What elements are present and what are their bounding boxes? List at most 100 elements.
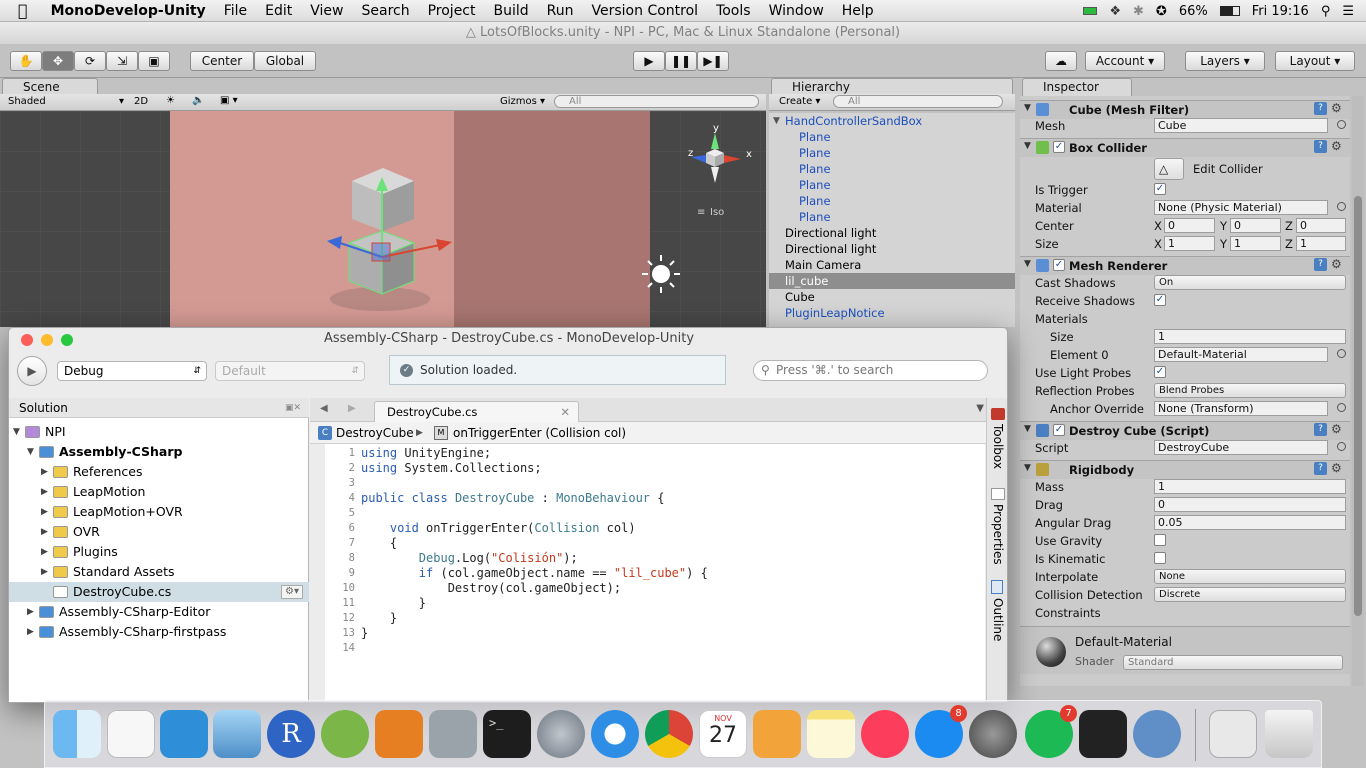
breadcrumb-class[interactable]: DestroyCube [336,422,414,444]
collapse-arrow-icon[interactable]: ▶ [41,482,48,502]
is-kinematic-checkbox[interactable] [1154,552,1166,564]
hierarchy-item[interactable]: Main Camera [769,257,1015,273]
hierarchy-item[interactable]: Cube [769,289,1015,305]
gear-icon[interactable]: ⚙ [1331,257,1342,271]
scene-search-input[interactable]: All [554,95,759,108]
terminal-icon[interactable]: >_ [483,710,531,758]
solution-tree-item[interactable]: ▶ LeapMotion [9,482,309,502]
shading-mode-dropdown[interactable]: Shaded ▾ [8,96,126,107]
menu-search[interactable]: Search [352,3,418,19]
android-studio-icon[interactable] [321,710,369,758]
anchor-override-field[interactable]: None (Transform) [1154,401,1328,416]
r-app-icon[interactable]: R [267,710,315,758]
collision-detection-dropdown[interactable]: Discrete [1154,587,1346,602]
box-collider-enabled-checkbox[interactable]: ✓ [1053,141,1065,153]
mesh-renderer-enabled-checkbox[interactable]: ✓ [1053,259,1065,271]
pivot-center-button[interactable]: Center [190,51,254,71]
pause-button[interactable]: ❚❚ [665,51,697,71]
trash-icon[interactable] [1265,710,1313,758]
apple-icon[interactable]:  [0,1,37,20]
expand-arrow-icon[interactable]: ▼ [27,442,34,462]
lighting-toggle-icon[interactable]: ☀ [166,95,175,106]
close-window-button[interactable] [21,334,33,346]
mesh-renderer-header[interactable]: Mesh Renderer [1020,256,1350,275]
step-button[interactable]: ▶❚ [697,51,729,71]
tab-destroycube[interactable]: DestroyCube.cs ✕ [374,401,579,423]
pad-close-icon[interactable]: ▣✕ [285,398,301,418]
help-icon[interactable]: ? [1314,462,1327,475]
foldout-arrow-icon[interactable]: ▼ [1024,463,1031,473]
nav-back-icon[interactable]: ◀ [320,403,328,414]
spotlight-icon[interactable]: ⚲ [1321,4,1331,19]
finder-icon[interactable] [53,710,101,758]
size-y-field[interactable]: 1 [1230,236,1281,251]
global-search-input[interactable]: ⚲ Press '⌘.' to search [753,360,988,381]
script-header[interactable]: Destroy Cube (Script) [1020,421,1350,440]
notes-icon[interactable] [807,710,855,758]
pivot-global-button[interactable]: Global [254,51,316,71]
image-capture-icon[interactable] [429,710,477,758]
hierarchy-search-input[interactable]: All [833,95,1003,108]
rotate-tool-button[interactable]: ⟳ [74,51,106,71]
size-x-field[interactable]: 1 [1164,236,1215,251]
hierarchy-item[interactable]: Plane [769,161,1015,177]
box-collider-header[interactable]: Box Collider [1020,138,1350,157]
inspector-scrollbar[interactable] [1352,96,1364,686]
code-line[interactable]: } [361,596,426,610]
mesh-filter-header[interactable]: Cube (Mesh Filter) [1020,100,1350,119]
textedit-icon[interactable] [107,710,155,758]
close-tab-icon[interactable]: ✕ [560,402,570,422]
gizmos-dropdown[interactable]: Gizmos ▾ [500,96,545,107]
code-line[interactable]: { [361,536,397,550]
angular-drag-field[interactable]: 0.05 [1154,515,1346,530]
xcode-icon[interactable] [160,710,208,758]
script-field[interactable]: DestroyCube [1154,440,1328,455]
toolbox-pad-tab[interactable]: Toolbox [991,424,1005,469]
center-y-field[interactable]: 0 [1230,218,1281,233]
solution-tree-item[interactable]: ▶ OVR [9,522,309,542]
item-options-icon[interactable]: ⚙▾ [281,585,303,599]
help-icon[interactable]: ? [1314,423,1327,436]
menu-project[interactable]: Project [419,3,485,19]
center-x-field[interactable]: 0 [1164,218,1215,233]
center-z-field[interactable]: 0 [1296,218,1346,233]
hierarchy-item[interactable]: lil_cube [769,273,1015,289]
calendar-icon[interactable]: NOV 27 [699,710,747,758]
collapse-arrow-icon[interactable]: ▶ [41,462,48,482]
hand-tool-button[interactable]: ✋ [10,51,42,71]
menu-help[interactable]: Help [833,3,883,19]
code-line[interactable]: using UnityEngine; [361,446,491,460]
is-trigger-checkbox[interactable]: ✓ [1154,183,1166,195]
scale-tool-button[interactable]: ⇲ [106,51,138,71]
expand-arrow-icon[interactable]: ▼ [13,422,20,442]
md-run-button[interactable]: ▶ [17,356,47,386]
code-line[interactable]: void onTriggerEnter(Collision col) [361,521,636,535]
account-dropdown[interactable]: Account ▾ [1085,51,1165,71]
hierarchy-item[interactable]: Directional light [769,241,1015,257]
drag-field[interactable]: 0 [1154,497,1346,512]
object-picker-icon[interactable] [1337,202,1346,211]
foldout-arrow-icon[interactable]: ▼ [1024,424,1031,434]
gear-icon[interactable]: ⚙ [1331,461,1342,475]
script-enabled-checkbox[interactable]: ✓ [1053,424,1065,436]
audio-toggle-icon[interactable]: 🔈 [192,95,204,106]
wifi-icon[interactable]: ✪ [1156,4,1167,19]
hierarchy-item[interactable]: Plane [769,145,1015,161]
battery-indicator-icon[interactable] [1083,7,1098,15]
gear-icon[interactable]: ⚙ [1331,422,1342,436]
solution-tree-item[interactable]: ▶ References [9,462,309,482]
collapse-arrow-icon[interactable]: ▶ [27,622,34,642]
battery-icon[interactable] [1219,6,1240,16]
materials-label[interactable]: Materials [1035,311,1088,327]
document-outline-pad-tab[interactable]: Document Outline [991,598,1007,702]
configuration-dropdown[interactable]: Debug ⇵ [57,361,207,381]
menu-window[interactable]: Window [760,3,833,19]
object-picker-icon[interactable] [1337,120,1346,129]
code-line[interactable]: using System.Collections; [361,461,542,475]
chrome-icon[interactable] [645,710,693,758]
hierarchy-item[interactable]: PluginLeapNotice [769,305,1015,321]
interpolate-dropdown[interactable]: None [1154,569,1346,584]
layout-dropdown[interactable]: Layout ▾ [1275,51,1355,71]
solution-file-item[interactable]: DestroyCube.cs ⚙▾ [9,582,309,602]
code-line[interactable]: Debug.Log("Colisión"); [361,551,578,565]
